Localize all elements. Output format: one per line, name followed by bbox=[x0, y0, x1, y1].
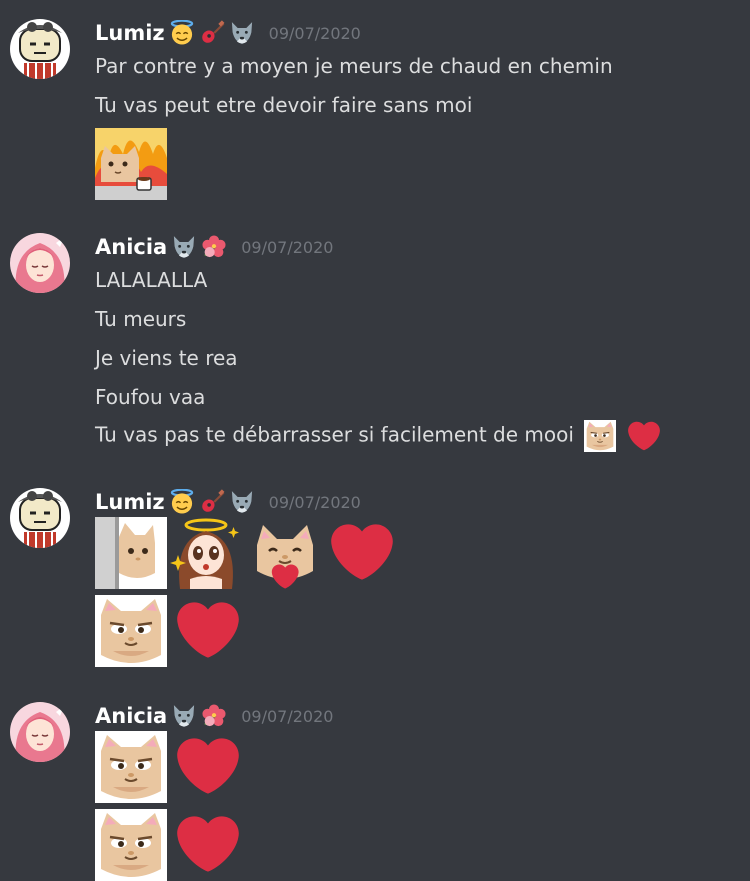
message-text: Tu meurs bbox=[95, 307, 187, 331]
message-text: Tu vas peut etre devoir faire sans moi bbox=[95, 93, 473, 117]
username[interactable]: Lumiz bbox=[95, 21, 165, 45]
avatar-lumiz[interactable] bbox=[10, 19, 70, 79]
timestamp: 09/07/2020 bbox=[268, 492, 361, 512]
timestamp: 09/07/2020 bbox=[268, 23, 361, 43]
cat-fire-coffee-emoji[interactable] bbox=[95, 128, 167, 200]
red-heart-emoji[interactable] bbox=[172, 599, 244, 661]
wolf-icon bbox=[229, 489, 255, 515]
avatar-anicia[interactable] bbox=[10, 702, 70, 762]
hibiscus-icon bbox=[201, 234, 227, 260]
message-header: Lumiz 09/07/2020 bbox=[95, 18, 361, 48]
smiling-face-with-halo-icon bbox=[169, 489, 195, 515]
message-text: LALALALLA bbox=[95, 268, 208, 292]
message-group: Anicia 09/07/2020 bbox=[0, 699, 750, 825]
anicia-avatar-icon bbox=[10, 233, 70, 293]
wolf-icon bbox=[171, 234, 197, 260]
message-text: Je viens te rea bbox=[95, 346, 238, 370]
message-text: Par contre y a moyen je meurs de chaud e… bbox=[95, 54, 613, 78]
message-group: Anicia 09/07/2020 LALALALLA Tu meurs Je … bbox=[0, 230, 750, 460]
message-text: Foufou vaa bbox=[95, 385, 206, 409]
avatar-lumiz[interactable] bbox=[10, 488, 70, 548]
cat-smirk-emoji[interactable] bbox=[95, 595, 167, 667]
lumiz-avatar-icon bbox=[10, 488, 70, 548]
cat-peek-emoji[interactable] bbox=[95, 517, 167, 589]
message-text-row: Tu vas pas te débarrasser si facilement … bbox=[95, 420, 661, 448]
red-heart-emoji[interactable] bbox=[172, 735, 244, 797]
hibiscus-icon bbox=[201, 703, 227, 729]
wolf-icon bbox=[171, 703, 197, 729]
cat-smirk-emoji[interactable] bbox=[95, 731, 167, 803]
username[interactable]: Lumiz bbox=[95, 490, 165, 514]
message-header: Anicia 09/07/2020 bbox=[95, 232, 333, 262]
angel-girl-emoji[interactable] bbox=[170, 517, 242, 589]
username[interactable]: Anicia bbox=[95, 235, 167, 259]
message-header: Anicia 09/07/2020 bbox=[95, 701, 333, 731]
message-group: Lumiz 09/07/2020 Par contre y a moyen je… bbox=[0, 16, 750, 206]
guitar-icon bbox=[199, 489, 225, 515]
cat-smirk-emoji[interactable] bbox=[95, 809, 167, 881]
red-heart-emoji[interactable] bbox=[172, 813, 244, 875]
username[interactable]: Anicia bbox=[95, 704, 167, 728]
smiling-face-with-halo-icon bbox=[169, 20, 195, 46]
wolf-icon bbox=[229, 20, 255, 46]
message-group: Lumiz 09/07/2020 bbox=[0, 485, 750, 675]
anicia-avatar-icon bbox=[10, 702, 70, 762]
timestamp: 09/07/2020 bbox=[241, 237, 334, 257]
guitar-icon bbox=[199, 20, 225, 46]
red-heart-emoji[interactable] bbox=[627, 420, 661, 452]
red-heart-emoji[interactable] bbox=[326, 521, 398, 583]
timestamp: 09/07/2020 bbox=[241, 706, 334, 726]
avatar-anicia[interactable] bbox=[10, 233, 70, 293]
lumiz-avatar-icon bbox=[10, 19, 70, 79]
message-text: Tu vas pas te débarrasser si facilement … bbox=[95, 422, 574, 447]
cat-smirk-emoji[interactable] bbox=[584, 420, 616, 452]
message-header: Lumiz 09/07/2020 bbox=[95, 487, 361, 517]
cat-heart-emoji[interactable] bbox=[249, 517, 321, 589]
